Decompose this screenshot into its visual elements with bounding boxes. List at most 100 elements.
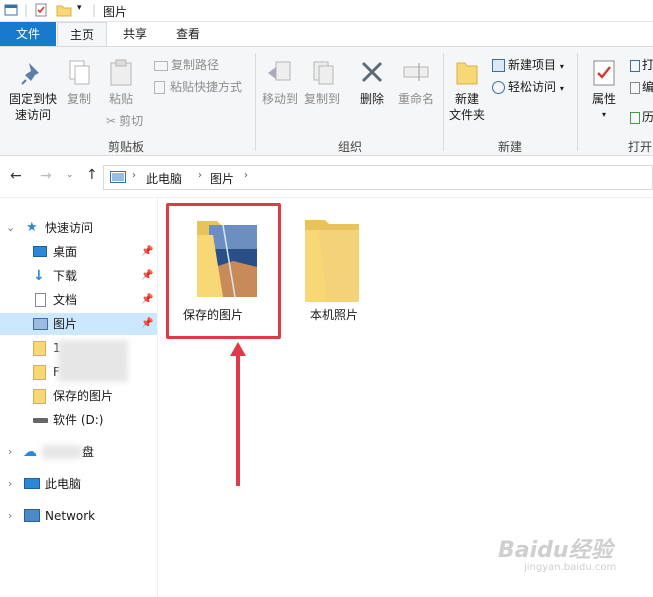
history-button[interactable]: 历 xyxy=(630,109,653,125)
watermark-url: jingyan.baidu.com xyxy=(524,562,617,573)
nav-this-pc-label: 此电脑 xyxy=(45,477,82,491)
computer-icon xyxy=(24,478,40,489)
properties-label: 属性 xyxy=(591,92,616,106)
pictures-icon xyxy=(33,318,48,330)
move-to-icon xyxy=(260,51,300,91)
new-folder-quick-icon[interactable] xyxy=(56,3,72,20)
new-item-button[interactable]: 新建项目 ▾ xyxy=(492,57,564,75)
cut-button[interactable]: ✂ 剪切 xyxy=(106,113,143,129)
nav-saved-pictures[interactable]: 保存的图片 xyxy=(0,385,157,407)
open-label-partial: 打 xyxy=(642,58,653,72)
explorer-icon xyxy=(4,3,18,20)
delete-button[interactable]: 删除 xyxy=(356,51,388,107)
dropdown-arrow-icon: ▾ xyxy=(601,110,606,119)
paste-button[interactable]: 粘贴 xyxy=(104,51,138,107)
annotation-arrow xyxy=(230,342,246,486)
breadcrumb-this-pc[interactable]: 此电脑 xyxy=(146,170,182,187)
divider: | xyxy=(92,3,97,17)
copy-path-icon xyxy=(154,60,168,71)
blurred-region xyxy=(42,445,82,459)
rename-button[interactable]: 重命名 xyxy=(394,51,438,107)
paste-icon xyxy=(104,51,138,91)
paste-shortcut-label: 粘贴快捷方式 xyxy=(170,80,243,94)
expand-chevron-icon[interactable]: › xyxy=(8,473,12,495)
new-folder-button[interactable]: 新建 文件夹 xyxy=(446,51,488,123)
group-divider xyxy=(443,53,444,151)
up-arrow-icon[interactable]: ↑ xyxy=(86,167,98,183)
copy-path-button[interactable]: 复制路径 xyxy=(154,57,219,73)
delete-label: 删除 xyxy=(359,92,384,106)
breadcrumb-separator-icon: › xyxy=(198,170,202,181)
pin-label-1: 固定到快 xyxy=(8,92,57,106)
recent-locations-chevron-icon[interactable]: ⌄ xyxy=(66,170,74,180)
properties-quick-icon[interactable] xyxy=(34,3,48,20)
open-icon xyxy=(630,59,640,72)
nav-quick-access-label: 快速访问 xyxy=(45,221,94,235)
tab-file[interactable]: 文件 xyxy=(0,22,56,46)
paste-shortcut-icon xyxy=(154,81,165,94)
tab-view[interactable]: 查看 xyxy=(162,22,214,46)
rename-icon xyxy=(394,51,438,91)
folder-local-photos-label: 本机照片 xyxy=(310,308,359,322)
nav-quick-access[interactable]: ⌄ ★ 快速访问 xyxy=(0,217,157,239)
ribbon-home: 固定到快 速访问 复制 粘贴 复制路径 粘贴快捷方式 ✂ 剪切 剪贴板 移动到 复… xyxy=(0,46,653,156)
move-to-button[interactable]: 移动到 xyxy=(260,51,300,107)
new-folder-label-2: 文件夹 xyxy=(448,108,485,122)
nav-onedrive[interactable]: › ☁ 盘 xyxy=(0,441,157,463)
nav-pictures-label: 图片 xyxy=(53,317,78,331)
history-label-partial: 历 xyxy=(642,110,653,124)
group-divider xyxy=(255,53,256,151)
pictures-address-icon xyxy=(110,171,126,186)
edit-button[interactable]: 编 xyxy=(630,79,653,95)
open-button[interactable]: 打 xyxy=(630,57,653,73)
nav-documents-label: 文档 xyxy=(53,293,78,307)
easy-access-button[interactable]: 轻松访问 ▾ xyxy=(492,79,564,97)
pin-icon: 📌 xyxy=(141,318,154,329)
nav-saved-pictures-label: 保存的图片 xyxy=(53,389,114,403)
folder-local-photos[interactable] xyxy=(303,216,361,305)
tab-share[interactable]: 共享 xyxy=(110,22,160,46)
paste-shortcut-button[interactable]: 粘贴快捷方式 xyxy=(154,79,242,95)
new-item-label: 新建项目 xyxy=(508,58,557,72)
address-box[interactable]: › 此电脑 › 图片 › xyxy=(103,165,653,190)
new-folder-icon xyxy=(446,51,488,91)
back-arrow-icon[interactable]: ← xyxy=(10,168,22,184)
copy-button[interactable]: 复制 xyxy=(62,51,96,107)
forward-arrow-icon[interactable]: → xyxy=(40,168,52,184)
expand-chevron-icon[interactable]: › xyxy=(8,505,12,527)
nav-documents[interactable]: 文档 📌 xyxy=(0,289,157,311)
nav-desktop[interactable]: 桌面 📌 xyxy=(0,241,157,263)
expand-chevron-icon[interactable]: ⌄ xyxy=(6,217,15,239)
copy-to-button[interactable]: 复制到 xyxy=(302,51,342,107)
new-item-icon xyxy=(492,59,505,72)
nav-this-pc[interactable]: › 此电脑 xyxy=(0,473,157,495)
customize-quick-access-icon[interactable]: ▾ xyxy=(77,3,82,13)
drive-icon xyxy=(33,418,48,423)
nav-network-label: Network xyxy=(45,509,96,523)
delete-x-icon xyxy=(356,51,388,91)
ribbon-tabs: 文件 主页 共享 查看 xyxy=(0,22,653,47)
navigation-pane: ⌄ ★ 快速访问 桌面 📌 ↓ 下载 📌 文档 📌 图片 📌 1 F 保存的图片… xyxy=(0,198,158,597)
organize-group-label: 组织 xyxy=(337,140,362,154)
cut-label: 剪切 xyxy=(119,114,144,128)
pin-quick-access-button[interactable]: 固定到快 速访问 xyxy=(6,51,60,123)
nav-network[interactable]: › Network xyxy=(0,505,157,527)
copy-to-icon xyxy=(302,51,342,91)
rename-label: 重命名 xyxy=(397,92,434,106)
download-arrow-icon: ↓ xyxy=(33,268,45,284)
easy-access-icon xyxy=(492,81,505,94)
document-icon xyxy=(35,293,46,307)
properties-icon xyxy=(586,51,622,91)
nav-desktop-label: 桌面 xyxy=(53,245,78,259)
nav-drive-d[interactable]: 软件 (D:) xyxy=(0,409,157,431)
expand-chevron-icon[interactable]: › xyxy=(8,441,12,463)
blurred-region xyxy=(58,340,128,382)
dropdown-arrow-icon: ▾ xyxy=(559,62,564,71)
tab-home[interactable]: 主页 xyxy=(57,22,107,47)
nav-downloads[interactable]: ↓ 下载 📌 xyxy=(0,265,157,287)
breadcrumb-pictures[interactable]: 图片 xyxy=(210,170,234,187)
nav-pictures[interactable]: 图片 📌 xyxy=(0,313,157,335)
copy-to-label: 复制到 xyxy=(303,92,340,106)
dropdown-arrow-icon: ▾ xyxy=(559,84,564,93)
properties-button[interactable]: 属性 ▾ xyxy=(586,51,622,123)
